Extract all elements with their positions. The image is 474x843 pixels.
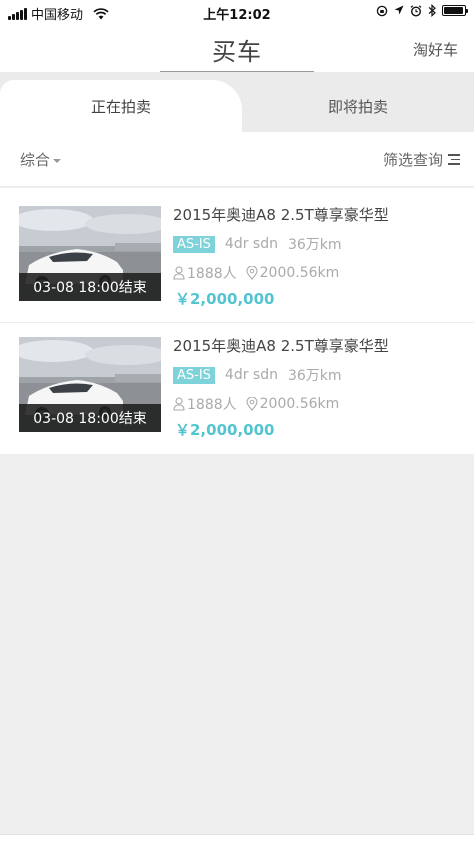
- location-pin-icon: [246, 397, 258, 411]
- car-body-type: 4dr sdn: [224, 367, 278, 383]
- alarm-icon: [410, 4, 422, 17]
- bidder-count: 1888人: [187, 266, 237, 282]
- sort-dropdown[interactable]: 综合: [20, 149, 62, 170]
- distance-meta: 2000.56km: [246, 396, 340, 412]
- orientation-lock-icon: [376, 5, 388, 16]
- caret-down-icon: [53, 158, 62, 163]
- car-meta: 1888人 2000.56km: [173, 263, 339, 283]
- condition-badge: AS-IS: [173, 235, 215, 253]
- car-price: ￥2,000,000: [175, 421, 275, 439]
- filter-lines-icon: [448, 154, 460, 165]
- battery-level: [444, 7, 463, 14]
- list-item[interactable]: 03-08 18:00结束 2015年奥迪A8 2.5T尊享豪华型 AS-IS …: [0, 188, 474, 318]
- person-icon: [173, 397, 185, 411]
- tab-upcoming-auction[interactable]: 即将拍卖: [242, 80, 474, 132]
- car-meta: 1888人 2000.56km: [173, 394, 339, 414]
- car-title: 2015年奥迪A8 2.5T尊享豪华型: [173, 206, 389, 224]
- auction-end-time: 03-08 18:00结束: [19, 273, 161, 301]
- battery-icon: [442, 5, 468, 16]
- car-mileage: 36万km: [287, 237, 342, 253]
- car-body-type: 4dr sdn: [224, 236, 278, 252]
- car-specs: AS-IS 4dr sdn 36万km: [173, 365, 342, 385]
- distance-meta: 2000.56km: [246, 265, 340, 281]
- car-photo: 03-08 18:00结束: [19, 337, 161, 432]
- car-price: ￥2,000,000: [175, 290, 275, 308]
- bidders-meta: 1888人: [173, 394, 237, 414]
- filter-query-button[interactable]: 筛选查询: [383, 149, 460, 170]
- location-icon: [394, 5, 404, 15]
- list-item[interactable]: 03-08 18:00结束 2015年奥迪A8 2.5T尊享豪华型 AS-IS …: [0, 322, 474, 452]
- car-distance: 2000.56km: [259, 396, 340, 412]
- bottom-bar-edge: [0, 834, 474, 843]
- status-bar: 中国移动 上午12:02: [0, 0, 474, 24]
- filter-query-label: 筛选查询: [382, 151, 443, 169]
- filter-bar: 综合 筛选查询: [0, 132, 474, 187]
- car-list: 03-08 18:00结束 2015年奥迪A8 2.5T尊享豪华型 AS-IS …: [0, 188, 474, 454]
- tab-ongoing-auction[interactable]: 正在拍卖: [0, 80, 242, 132]
- nav-right-link[interactable]: 淘好车: [413, 39, 458, 60]
- bluetooth-icon: [428, 4, 436, 17]
- car-distance: 2000.56km: [259, 265, 340, 281]
- auction-end-time: 03-08 18:00结束: [19, 404, 161, 432]
- bidder-count: 1888人: [187, 397, 237, 413]
- person-icon: [173, 266, 185, 280]
- nav-bar: 买车 淘好车: [0, 24, 474, 72]
- car-specs: AS-IS 4dr sdn 36万km: [173, 234, 342, 254]
- sort-label: 综合: [20, 151, 51, 169]
- car-photo: 03-08 18:00结束: [19, 206, 161, 301]
- location-pin-icon: [246, 266, 258, 280]
- car-title: 2015年奥迪A8 2.5T尊享豪华型: [173, 337, 389, 355]
- bidders-meta: 1888人: [173, 263, 237, 283]
- page-title: 买车: [212, 38, 262, 66]
- auction-tabs: 正在拍卖 即将拍卖: [0, 72, 474, 132]
- status-right: [376, 4, 468, 17]
- car-mileage: 36万km: [287, 368, 342, 384]
- condition-badge: AS-IS: [173, 366, 215, 384]
